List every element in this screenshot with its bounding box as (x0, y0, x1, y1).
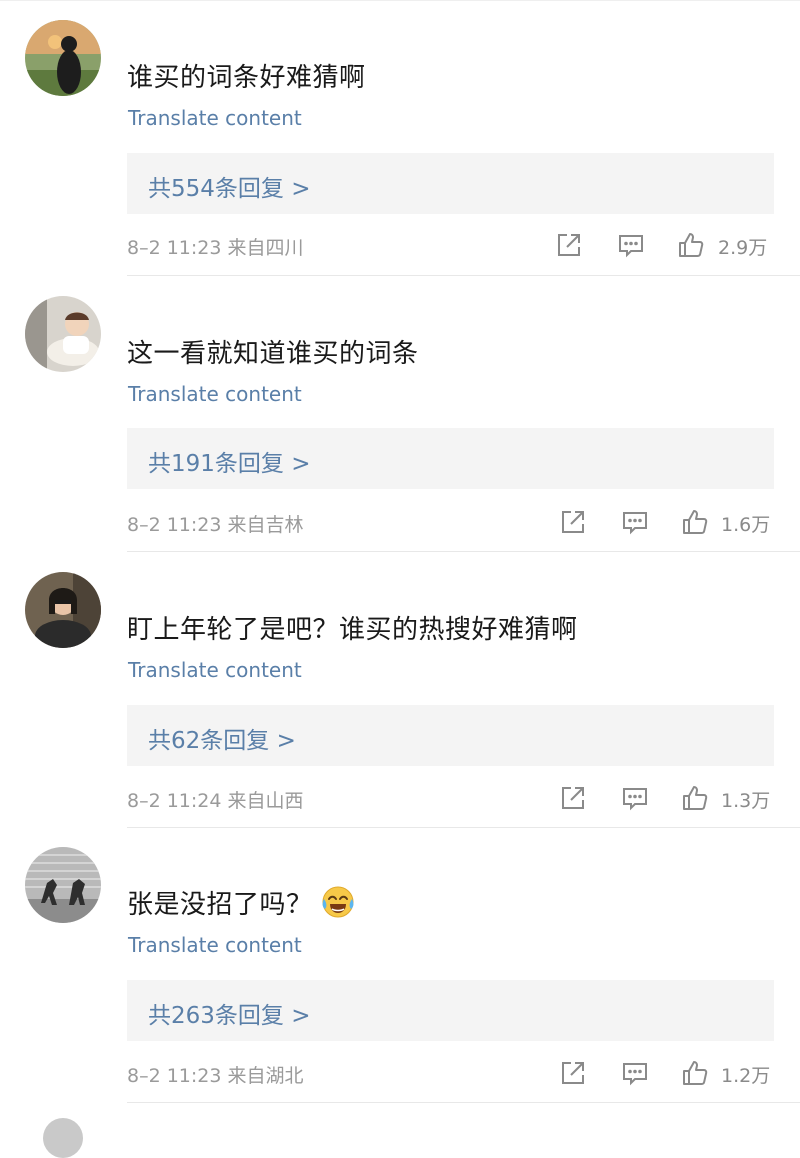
like-icon (683, 510, 708, 534)
like-icon (683, 1061, 708, 1085)
comment-meta: 8–2 11:23 来自四川 (127, 237, 304, 259)
replies-box[interactable]: 共62条回复 > (127, 705, 774, 766)
avatar[interactable] (25, 572, 101, 648)
translate-link[interactable]: Translate content (128, 658, 302, 682)
comment-text: 这一看就知道谁买的词条 (127, 339, 419, 369)
comment-button[interactable] (617, 231, 645, 259)
comment-divider (127, 1102, 800, 1103)
share-button[interactable] (559, 508, 587, 536)
replies-box[interactable]: 共263条回复 > (127, 980, 774, 1041)
comment-icon (623, 788, 647, 811)
comment-meta: 8–2 11:23 来自吉林 (127, 514, 304, 536)
translate-link[interactable]: Translate content (128, 933, 302, 957)
avatar[interactable] (25, 296, 101, 372)
share-button[interactable] (559, 784, 587, 812)
share-button[interactable] (555, 231, 583, 259)
like-count: 1.2万 (721, 1065, 771, 1087)
replies-count-label[interactable]: 共554条回复 > (148, 169, 310, 203)
comment-icon (619, 235, 643, 258)
replies-box[interactable]: 共191条回复 > (127, 428, 774, 489)
comment-icon (623, 1063, 647, 1086)
share-icon (558, 234, 580, 256)
avatar[interactable] (25, 847, 101, 923)
avatar-image (25, 847, 101, 923)
like-icon (679, 233, 704, 257)
replies-box[interactable]: 共554条回复 > (127, 153, 774, 214)
translate-link[interactable]: Translate content (128, 382, 302, 406)
like-count: 1.6万 (721, 514, 771, 536)
like-button[interactable] (681, 508, 709, 536)
replies-count-label[interactable]: 共191条回复 > (148, 444, 310, 478)
comment-meta: 8–2 11:23 来自湖北 (127, 1065, 304, 1087)
avatar[interactable] (25, 20, 101, 96)
comment-icon (623, 512, 647, 535)
comment-item: 谁买的词条好难猜啊 Translate content 共554条回复 > 8–… (0, 0, 800, 276)
comment-button[interactable] (621, 508, 649, 536)
avatar[interactable] (43, 1118, 83, 1158)
replies-count-label[interactable]: 共62条回复 > (148, 721, 296, 755)
like-button[interactable] (681, 1059, 709, 1087)
comment-item: 张是没招了吗？ Translate content 共263条回复 > 8–2 … (0, 827, 800, 1103)
comment-button[interactable] (621, 784, 649, 812)
share-button[interactable] (559, 1059, 587, 1087)
comment-text: 张是没招了吗？ (127, 883, 355, 927)
comment-button[interactable] (621, 1059, 649, 1087)
like-icon (683, 786, 708, 810)
share-icon (562, 787, 584, 809)
like-count: 1.3万 (721, 790, 771, 812)
avatar-image (25, 296, 101, 372)
avatar-image (25, 20, 101, 96)
like-button[interactable] (681, 784, 709, 812)
share-icon (562, 511, 584, 533)
comment-item: 这一看就知道谁买的词条 Translate content 共191条回复 > … (0, 276, 800, 552)
like-count: 2.9万 (718, 237, 768, 259)
translate-link[interactable]: Translate content (128, 106, 302, 130)
share-icon (562, 1062, 584, 1084)
comment-meta: 8–2 11:24 来自山西 (127, 790, 304, 812)
avatar-image (25, 572, 101, 648)
like-button[interactable] (677, 231, 705, 259)
laughing-tears-emoji-icon (322, 886, 354, 918)
comment-text-content: 张是没招了吗？ (127, 890, 313, 920)
comment-text: 谁买的词条好难猜啊 (127, 63, 366, 93)
comment-text: 盯上年轮了是吧？谁买的热搜好难猜啊 (127, 615, 578, 645)
comment-item: 盯上年轮了是吧？谁买的热搜好难猜啊 Translate content 共62条… (0, 552, 800, 828)
replies-count-label[interactable]: 共263条回复 > (148, 996, 310, 1030)
